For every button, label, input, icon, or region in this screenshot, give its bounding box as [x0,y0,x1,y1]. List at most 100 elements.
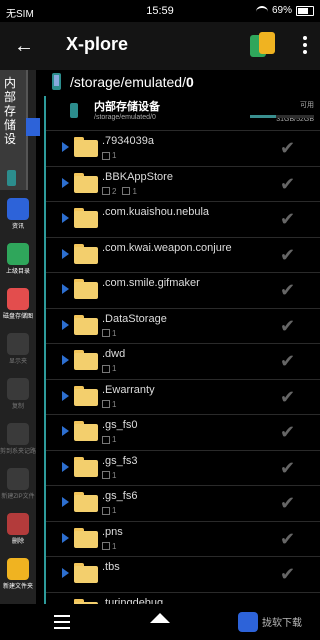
check-icon[interactable]: ✔ [280,210,298,228]
folder-icon [74,385,98,406]
folder-name: .turingdebug [102,596,164,605]
side-tool-5[interactable]: 剪到系夹记路 [0,421,36,461]
check-icon[interactable]: ✔ [280,565,298,583]
file-count: 1 [102,506,116,515]
folder-icon [74,208,98,228]
folder-row[interactable]: .gs_fs6 1 ✔ [46,486,320,522]
folder-row[interactable]: .com.smile.gifmaker ✔ [46,273,320,309]
expand-arrow-icon[interactable] [62,497,69,507]
overflow-menu-icon[interactable] [302,36,308,56]
storage-tab[interactable]: 内部存储设 [0,70,28,190]
folder-row[interactable]: .7934039a 1 ✔ [46,131,320,167]
side-tool-8[interactable]: 新建文件夹 [0,556,36,596]
side-tool-7[interactable]: 删除 [0,511,36,551]
folder-icon [74,314,98,335]
battery-percent: 69% [271,5,292,16]
expand-arrow-icon[interactable] [62,248,69,259]
path-bar[interactable]: /storage/emulated/0 [44,70,320,96]
folder-counts: 1 [102,364,116,373]
expand-arrow-icon[interactable] [62,355,69,365]
folder-name: .BBKAppStore [102,170,173,183]
side-tool-label: 复制 [11,404,24,410]
back-arrow-icon[interactable]: ← [12,34,36,58]
side-tool-label: 上级目录 [5,269,30,275]
folder-name: .pns [102,525,123,538]
folder-icon [74,492,98,512]
home-button[interactable] [150,613,170,623]
expand-arrow-icon[interactable] [62,461,69,472]
folder-row[interactable]: .com.kuaishou.nebula ✔ [46,202,320,238]
folder-row[interactable]: .turingdebug✔ [46,593,320,605]
folder-icon [74,350,98,370]
folder-name: .dwd [102,348,126,360]
folder-row[interactable]: .BBKAppStore 2 1 ✔ [46,167,320,202]
expand-arrow-icon[interactable] [62,426,69,436]
side-tool-3[interactable]: 显示夹 [0,331,36,371]
folder-counts: 1 [102,329,116,338]
folder-icon [74,279,98,299]
check-icon[interactable]: ✔ [280,459,298,477]
storage-root-row[interactable]: 内部存储设备 /storage/emulated/0 可用 31GB/52GB [46,96,320,131]
side-tool-label: 资讯 [11,224,24,230]
check-icon[interactable]: ✔ [280,423,298,441]
dual-pane-icon[interactable] [250,32,276,60]
side-tool-label: 剪到系夹记路 [0,449,37,455]
folder-row[interactable]: .dwd 1 ✔ [46,344,320,380]
file-count: 1 [102,435,116,444]
expand-arrow-icon[interactable] [62,390,69,401]
app-title: X-plore [66,34,129,54]
check-icon[interactable]: ✔ [280,494,298,512]
expand-arrow-icon[interactable] [62,532,69,543]
side-tool-icon [7,468,29,490]
check-icon[interactable]: ✔ [280,530,298,548]
folder-name: .gs_fs3 [102,454,138,467]
side-tool-icon [7,378,29,400]
folder-row[interactable]: .DataStorage 1 ✔ [46,309,320,344]
expand-arrow-icon[interactable] [62,142,69,152]
expand-arrow-icon[interactable] [62,284,69,294]
wifi-icon [255,5,268,16]
side-tool-6[interactable]: 新建ZIP文件 [0,466,36,506]
recent-apps-button[interactable] [54,615,70,633]
folder-name: .gs_fs6 [102,490,138,502]
check-icon[interactable]: ✔ [280,175,298,193]
folder-name: .Ewarranty [102,383,155,396]
check-icon[interactable]: ✔ [280,317,298,335]
folder-row[interactable]: .pns 1 ✔ [46,522,320,557]
check-icon[interactable]: ✔ [280,281,298,299]
folder-row[interactable]: .tbs ✔ [46,557,320,593]
side-tool-1[interactable]: 上级目录 [0,241,36,281]
side-tool-2[interactable]: 磁盘存储图 [0,286,36,326]
folder-counts: 1 [102,400,116,409]
active-tab-indicator [26,118,40,136]
expand-arrow-icon[interactable] [62,568,69,578]
storage-usage-bar [250,115,314,118]
side-tool-icon [7,198,29,220]
folder-counts: 21 [102,187,137,196]
folder-name: .tbs [102,561,120,573]
side-tool-label: 新建文件夹 [2,584,33,590]
folder-counts: 1 [102,471,116,480]
side-tool-4[interactable]: 复制 [0,376,36,416]
folder-row[interactable]: .com.kwai.weapon.conjure ✔ [46,238,320,273]
folder-row[interactable]: .gs_fs3 1 ✔ [46,451,320,486]
side-toolbar: 内部存储设 资讯上级目录磁盘存储图显示夹复制剪到系夹记路新建ZIP文件 删除新建文… [0,70,40,640]
file-count: 1 [102,471,116,480]
app-bar: ← X-plore [0,22,320,70]
storage-availability: 可用 31GB/52GB [276,102,314,123]
expand-arrow-icon[interactable] [62,177,69,188]
file-count: 1 [122,187,137,196]
expand-arrow-icon[interactable] [62,213,69,223]
folder-row[interactable]: .gs_fs0 1 ✔ [46,415,320,451]
storage-tab-label: 内部存储设 [4,76,17,146]
side-tool-icon [7,558,29,580]
side-tool-0[interactable]: 资讯 [0,196,36,236]
check-icon[interactable]: ✔ [280,139,298,157]
check-icon[interactable]: ✔ [280,246,298,264]
expand-arrow-icon[interactable] [62,319,69,330]
check-icon[interactable]: ✔ [280,388,298,406]
folder-row[interactable]: .Ewarranty 1 ✔ [46,380,320,415]
check-icon[interactable]: ✔ [280,352,298,370]
current-path: /storage/emulated/0 [70,74,194,90]
file-count: 1 [102,151,116,160]
